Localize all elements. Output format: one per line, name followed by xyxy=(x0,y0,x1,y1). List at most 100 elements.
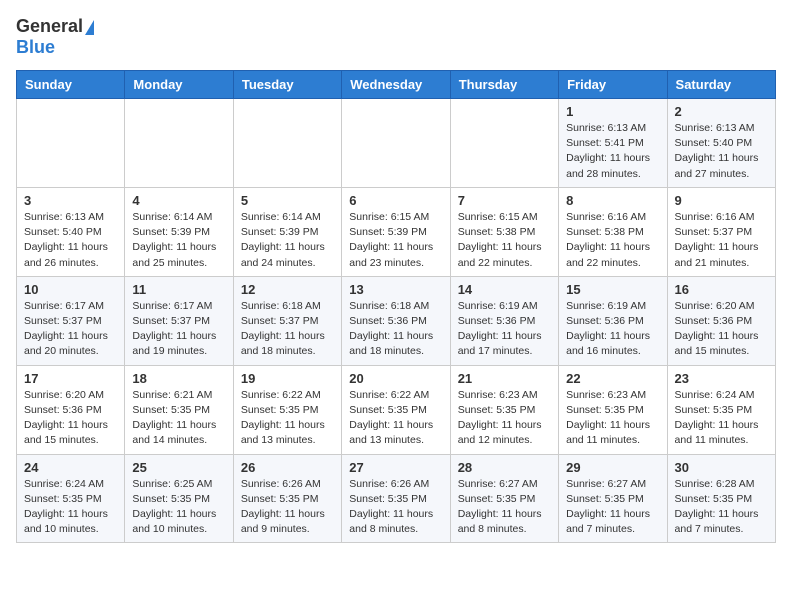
day-number: 22 xyxy=(566,371,659,386)
day-number: 12 xyxy=(241,282,334,297)
day-number: 14 xyxy=(458,282,551,297)
calendar-cell: 15 Sunrise: 6:19 AM Sunset: 5:36 PM Dayli… xyxy=(559,276,667,365)
calendar-cell: 8 Sunrise: 6:16 AM Sunset: 5:38 PM Daylig… xyxy=(559,187,667,276)
calendar-cell xyxy=(125,99,233,188)
day-number: 17 xyxy=(24,371,117,386)
day-info: Sunrise: 6:26 AM Sunset: 5:35 PM Dayligh… xyxy=(241,477,334,538)
day-info: Sunrise: 6:14 AM Sunset: 5:39 PM Dayligh… xyxy=(241,210,334,271)
day-number: 27 xyxy=(349,460,442,475)
calendar-cell: 18Sunrise: 6:21 AM Sunset: 5:35 PM Dayli… xyxy=(125,365,233,454)
day-number: 23 xyxy=(675,371,768,386)
day-info: Sunrise: 6:13 AM Sunset: 5:40 PM Dayligh… xyxy=(24,210,117,271)
calendar-cell: 2 Sunrise: 6:13 AM Sunset: 5:40 PM Daylig… xyxy=(667,99,775,188)
calendar-cell: 21 Sunrise: 6:23 AM Sunset: 5:35 PM Dayli… xyxy=(450,365,558,454)
day-number: 16 xyxy=(675,282,768,297)
day-info: Sunrise: 6:22 AM Sunset: 5:35 PM Dayligh… xyxy=(241,388,334,449)
weekday-header-wednesday: Wednesday xyxy=(342,71,450,99)
calendar-cell: 16 Sunrise: 6:20 AM Sunset: 5:36 PM Dayli… xyxy=(667,276,775,365)
calendar-cell: 24 Sunrise: 6:24 AM Sunset: 5:35 PM Dayli… xyxy=(17,454,125,543)
day-number: 29 xyxy=(566,460,659,475)
calendar-table: SundayMondayTuesdayWednesdayThursdayFrid… xyxy=(16,70,776,543)
day-info: Sunrise: 6:19 AM Sunset: 5:36 PM Dayligh… xyxy=(566,299,659,360)
logo-text-blue: Blue xyxy=(16,37,55,57)
calendar-week-row: 17 Sunrise: 6:20 AM Sunset: 5:36 PM Dayli… xyxy=(17,365,776,454)
calendar-cell: 5 Sunrise: 6:14 AM Sunset: 5:39 PM Daylig… xyxy=(233,187,341,276)
calendar-cell: 29Sunrise: 6:27 AM Sunset: 5:35 PM Dayli… xyxy=(559,454,667,543)
day-number: 13 xyxy=(349,282,442,297)
weekday-header-tuesday: Tuesday xyxy=(233,71,341,99)
day-number: 24 xyxy=(24,460,117,475)
day-number: 8 xyxy=(566,193,659,208)
day-info: Sunrise: 6:21 AM Sunset: 5:35 PM Dayligh… xyxy=(132,388,225,449)
day-number: 25 xyxy=(132,460,225,475)
logo-text-general: General xyxy=(16,16,83,37)
weekday-header-saturday: Saturday xyxy=(667,71,775,99)
day-number: 19 xyxy=(241,371,334,386)
day-number: 3 xyxy=(24,193,117,208)
calendar-cell: 11Sunrise: 6:17 AM Sunset: 5:37 PM Dayli… xyxy=(125,276,233,365)
calendar-cell: 4 Sunrise: 6:14 AM Sunset: 5:39 PM Daylig… xyxy=(125,187,233,276)
calendar-cell: 27 Sunrise: 6:26 AM Sunset: 5:35 PM Dayli… xyxy=(342,454,450,543)
day-info: Sunrise: 6:26 AM Sunset: 5:35 PM Dayligh… xyxy=(349,477,442,538)
day-info: Sunrise: 6:22 AM Sunset: 5:35 PM Dayligh… xyxy=(349,388,442,449)
day-info: Sunrise: 6:20 AM Sunset: 5:36 PM Dayligh… xyxy=(675,299,768,360)
day-number: 26 xyxy=(241,460,334,475)
calendar-week-row: 3 Sunrise: 6:13 AM Sunset: 5:40 PM Daylig… xyxy=(17,187,776,276)
day-info: Sunrise: 6:16 AM Sunset: 5:38 PM Dayligh… xyxy=(566,210,659,271)
calendar-cell: 13 Sunrise: 6:18 AM Sunset: 5:36 PM Dayli… xyxy=(342,276,450,365)
day-number: 9 xyxy=(675,193,768,208)
calendar-cell: 7 Sunrise: 6:15 AM Sunset: 5:38 PM Daylig… xyxy=(450,187,558,276)
calendar-cell: 22 Sunrise: 6:23 AM Sunset: 5:35 PM Dayli… xyxy=(559,365,667,454)
day-info: Sunrise: 6:27 AM Sunset: 5:35 PM Dayligh… xyxy=(458,477,551,538)
calendar-week-row: 24 Sunrise: 6:24 AM Sunset: 5:35 PM Dayli… xyxy=(17,454,776,543)
calendar-cell: 20 Sunrise: 6:22 AM Sunset: 5:35 PM Dayli… xyxy=(342,365,450,454)
day-number: 15 xyxy=(566,282,659,297)
logo-triangle-icon xyxy=(85,20,94,35)
day-info: Sunrise: 6:23 AM Sunset: 5:35 PM Dayligh… xyxy=(458,388,551,449)
calendar-cell: 10 Sunrise: 6:17 AM Sunset: 5:37 PM Dayli… xyxy=(17,276,125,365)
calendar-cell: 23 Sunrise: 6:24 AM Sunset: 5:35 PM Dayli… xyxy=(667,365,775,454)
calendar-cell: 9 Sunrise: 6:16 AM Sunset: 5:37 PM Daylig… xyxy=(667,187,775,276)
calendar-week-row: 10 Sunrise: 6:17 AM Sunset: 5:37 PM Dayli… xyxy=(17,276,776,365)
day-number: 10 xyxy=(24,282,117,297)
day-number: 28 xyxy=(458,460,551,475)
day-info: Sunrise: 6:19 AM Sunset: 5:36 PM Dayligh… xyxy=(458,299,551,360)
calendar-cell xyxy=(450,99,558,188)
day-number: 21 xyxy=(458,371,551,386)
day-info: Sunrise: 6:18 AM Sunset: 5:36 PM Dayligh… xyxy=(349,299,442,360)
day-info: Sunrise: 6:13 AM Sunset: 5:40 PM Dayligh… xyxy=(675,121,768,182)
calendar-cell: 1Sunrise: 6:13 AM Sunset: 5:41 PM Daylig… xyxy=(559,99,667,188)
day-info: Sunrise: 6:17 AM Sunset: 5:37 PM Dayligh… xyxy=(24,299,117,360)
day-info: Sunrise: 6:18 AM Sunset: 5:37 PM Dayligh… xyxy=(241,299,334,360)
weekday-header-monday: Monday xyxy=(125,71,233,99)
calendar-cell: 30Sunrise: 6:28 AM Sunset: 5:35 PM Dayli… xyxy=(667,454,775,543)
calendar-cell: 26 Sunrise: 6:26 AM Sunset: 5:35 PM Dayli… xyxy=(233,454,341,543)
day-info: Sunrise: 6:25 AM Sunset: 5:35 PM Dayligh… xyxy=(132,477,225,538)
calendar-week-row: 1Sunrise: 6:13 AM Sunset: 5:41 PM Daylig… xyxy=(17,99,776,188)
calendar-cell: 6Sunrise: 6:15 AM Sunset: 5:39 PM Daylig… xyxy=(342,187,450,276)
day-number: 4 xyxy=(132,193,225,208)
day-info: Sunrise: 6:23 AM Sunset: 5:35 PM Dayligh… xyxy=(566,388,659,449)
calendar-cell: 28 Sunrise: 6:27 AM Sunset: 5:35 PM Dayli… xyxy=(450,454,558,543)
day-number: 2 xyxy=(675,104,768,119)
calendar-cell: 17 Sunrise: 6:20 AM Sunset: 5:36 PM Dayli… xyxy=(17,365,125,454)
calendar-cell: 25 Sunrise: 6:25 AM Sunset: 5:35 PM Dayli… xyxy=(125,454,233,543)
day-info: Sunrise: 6:16 AM Sunset: 5:37 PM Dayligh… xyxy=(675,210,768,271)
page-header: General Blue xyxy=(16,16,776,58)
calendar-cell xyxy=(342,99,450,188)
weekday-header-sunday: Sunday xyxy=(17,71,125,99)
day-number: 11 xyxy=(132,282,225,297)
day-info: Sunrise: 6:28 AM Sunset: 5:35 PM Dayligh… xyxy=(675,477,768,538)
day-number: 5 xyxy=(241,193,334,208)
day-info: Sunrise: 6:24 AM Sunset: 5:35 PM Dayligh… xyxy=(24,477,117,538)
day-info: Sunrise: 6:24 AM Sunset: 5:35 PM Dayligh… xyxy=(675,388,768,449)
day-number: 7 xyxy=(458,193,551,208)
day-info: Sunrise: 6:15 AM Sunset: 5:39 PM Dayligh… xyxy=(349,210,442,271)
day-info: Sunrise: 6:15 AM Sunset: 5:38 PM Dayligh… xyxy=(458,210,551,271)
day-info: Sunrise: 6:20 AM Sunset: 5:36 PM Dayligh… xyxy=(24,388,117,449)
day-info: Sunrise: 6:14 AM Sunset: 5:39 PM Dayligh… xyxy=(132,210,225,271)
calendar-cell: 19 Sunrise: 6:22 AM Sunset: 5:35 PM Dayli… xyxy=(233,365,341,454)
day-info: Sunrise: 6:13 AM Sunset: 5:41 PM Dayligh… xyxy=(566,121,659,182)
weekday-header-row: SundayMondayTuesdayWednesdayThursdayFrid… xyxy=(17,71,776,99)
day-number: 20 xyxy=(349,371,442,386)
